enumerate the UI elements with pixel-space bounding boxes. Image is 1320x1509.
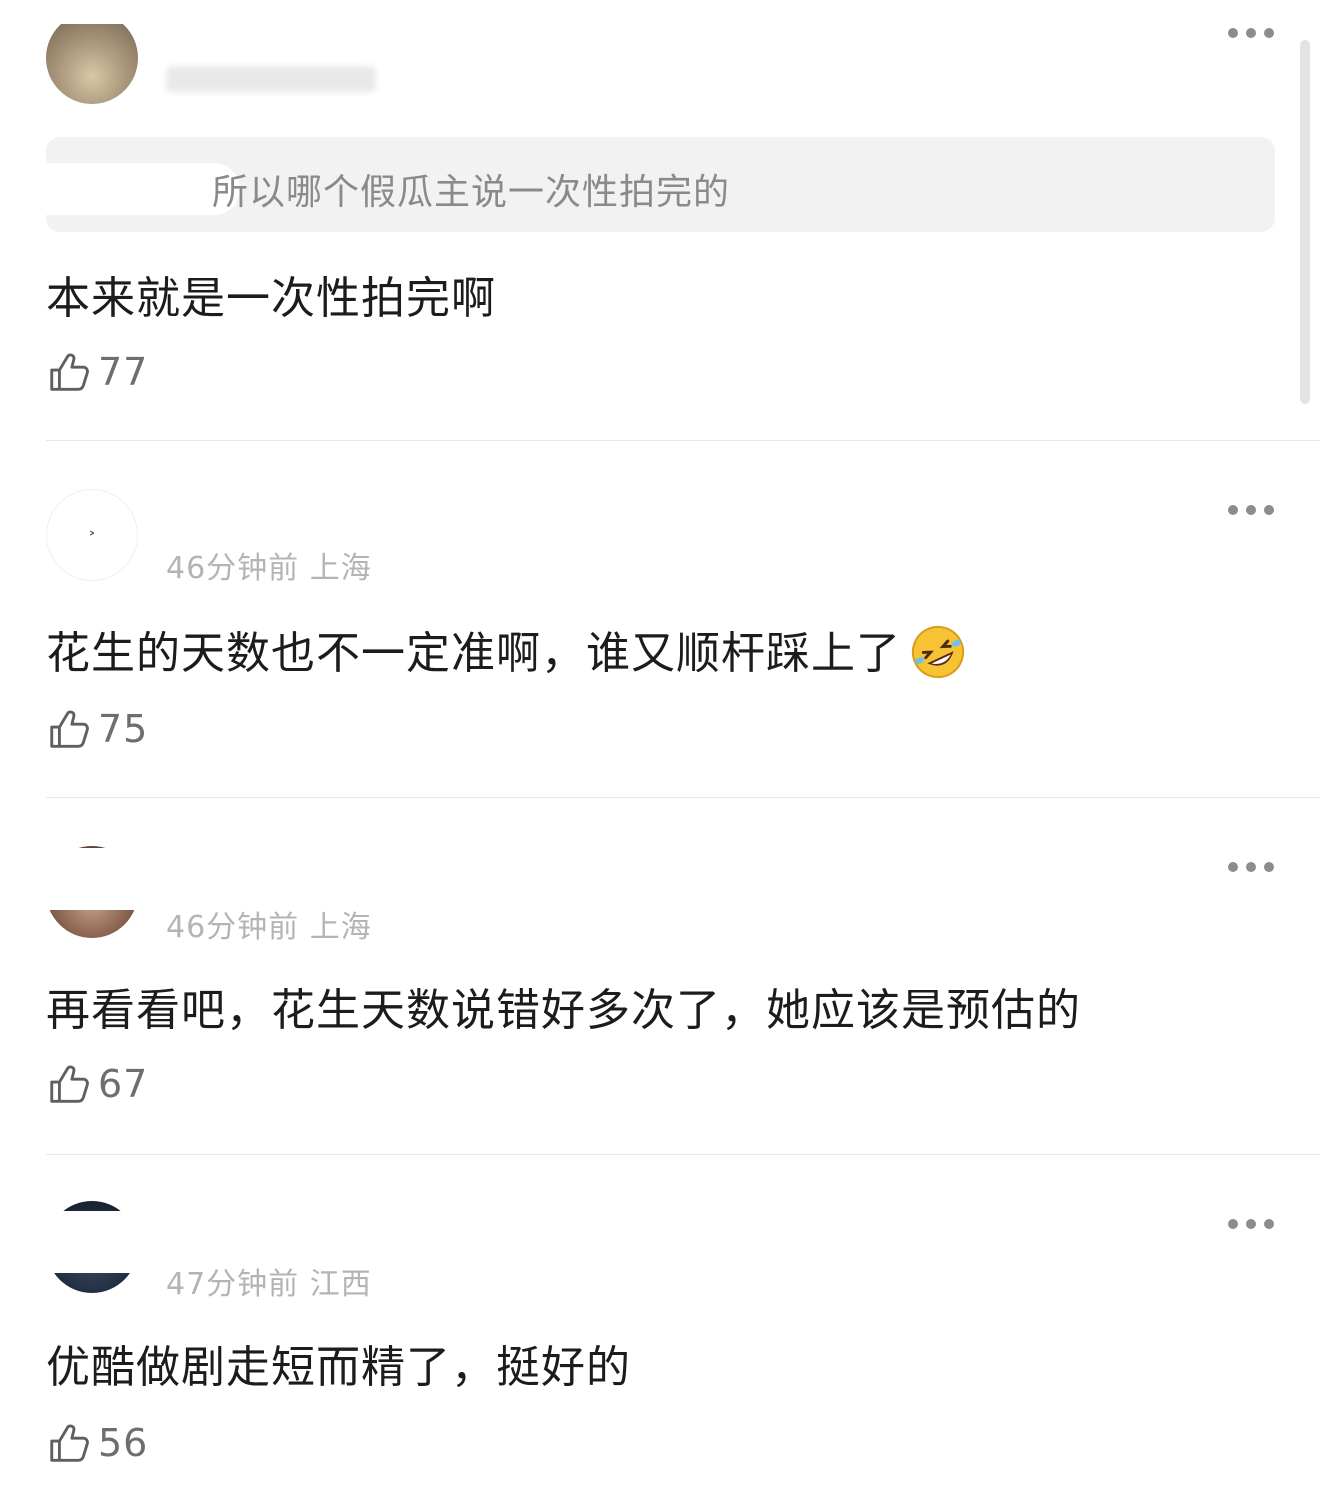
more-options-button[interactable]	[1228, 1218, 1274, 1230]
like-button[interactable]: 56	[46, 1417, 148, 1469]
comment-time: 46分钟前	[166, 910, 300, 945]
like-count: 77	[98, 350, 149, 394]
comment-text: 再看看吧，花生天数说错好多次了，她应该是预估的	[46, 985, 1081, 1036]
like-button[interactable]: 75	[46, 703, 148, 755]
avatar[interactable]	[46, 12, 138, 104]
more-dot	[1228, 1219, 1238, 1229]
thumbs-up-icon	[50, 1065, 89, 1103]
comment-text: 花生的天数也不一定准啊，谁又顺杆踩上了	[46, 628, 901, 679]
thumbs-up-icon	[50, 1424, 89, 1462]
comment-location: 上海	[309, 551, 372, 586]
comment-meta: 47分钟前 江西	[166, 1259, 372, 1303]
thumbs-up-icon	[50, 353, 89, 391]
avatar-glyph: ˃	[88, 529, 96, 548]
more-dot	[1228, 862, 1238, 872]
scrollbar[interactable]	[1300, 40, 1310, 404]
more-dot	[1264, 862, 1274, 872]
more-dot	[1264, 28, 1274, 38]
like-button[interactable]: 67	[46, 1058, 148, 1110]
comment-meta: 46分钟前 上海	[166, 543, 372, 587]
cropped-header-mask	[30, 0, 590, 24]
more-dot	[1264, 505, 1274, 515]
comment-text-line: 花生的天数也不一定准啊，谁又顺杆踩上了	[46, 617, 967, 685]
like-count: 75	[98, 707, 149, 751]
comment-item: 46分钟前 上海 再看看吧，花生天数说错好多次了，她应该是预估的 67	[0, 798, 1320, 1154]
comment-text: 优酷做剧走短而精了，挺好的	[46, 1342, 631, 1393]
more-dot	[1228, 28, 1238, 38]
like-count: 67	[98, 1062, 149, 1106]
more-dot	[1228, 505, 1238, 515]
like-button[interactable]: 77	[46, 346, 148, 398]
more-options-button[interactable]	[1228, 27, 1274, 39]
more-dot	[1264, 1219, 1274, 1229]
quoted-reply-text: 所以哪个假瓜主说一次性拍完的	[212, 172, 731, 213]
username-blurred[interactable]	[166, 66, 376, 92]
comment-item: 所以哪个假瓜主说一次性拍完的 本来就是一次性拍完啊 77	[0, 0, 1320, 440]
rolling-on-floor-laughing-emoji	[911, 625, 965, 679]
comment-time: 46分钟前	[166, 551, 300, 586]
comment-location: 江西	[309, 1267, 372, 1302]
thumbs-up-icon	[50, 710, 89, 748]
more-dot	[1246, 28, 1256, 38]
comment-text: 本来就是一次性拍完啊	[46, 273, 496, 324]
more-dot	[1246, 1219, 1256, 1229]
comment-meta: 46分钟前 上海	[166, 902, 372, 946]
quoted-reply[interactable]: 所以哪个假瓜主说一次性拍完的	[46, 137, 1275, 232]
comment-time: 47分钟前	[166, 1267, 300, 1302]
more-dot	[1246, 862, 1256, 872]
avatar[interactable]: ˃	[46, 489, 138, 581]
comment-item: 47分钟前 江西 优酷做剧走短而精了，挺好的 56	[0, 1155, 1320, 1509]
more-options-button[interactable]	[1228, 504, 1274, 516]
cropped-header-mask	[30, 848, 590, 910]
like-count: 56	[98, 1421, 149, 1465]
comment-item: ˃ 46分钟前 上海 花生的天数也不一定准啊，谁又顺杆踩上了 75	[0, 441, 1320, 797]
comment-location: 上海	[309, 910, 372, 945]
more-dot	[1246, 505, 1256, 515]
quoted-author-mask	[46, 163, 240, 215]
more-options-button[interactable]	[1228, 861, 1274, 873]
